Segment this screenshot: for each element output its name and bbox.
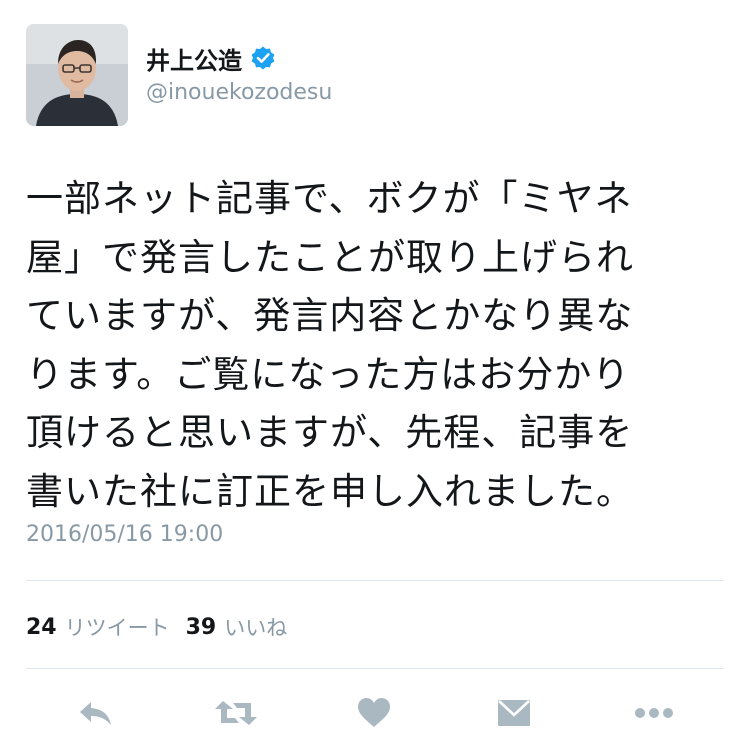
avatar[interactable]: [26, 24, 128, 126]
retweet-count[interactable]: 24: [26, 615, 57, 640]
retweet-button[interactable]: [206, 688, 266, 738]
reply-button[interactable]: [66, 688, 126, 738]
retweet-icon: [215, 701, 257, 725]
like-button[interactable]: [344, 688, 404, 738]
tweet-actions: [0, 688, 750, 738]
divider: [26, 668, 724, 669]
more-button[interactable]: [624, 688, 684, 738]
like-label[interactable]: いいね: [224, 612, 287, 642]
tweet-text: 一部ネット記事で、ボクが「ミヤネ 屋」で発言したことが取り上げられ ていますが、…: [26, 170, 726, 521]
tweet-line: 書いた社に訂正を申し入れました。: [26, 469, 634, 513]
author-handle[interactable]: @inouekozodesu: [146, 80, 332, 105]
tweet-line: 頂けると思いますが、先程、記事を: [26, 411, 634, 454]
person-photo-icon: [26, 24, 128, 126]
tweet-line: 一部ネット記事で、ボクが「ミヤネ: [26, 177, 633, 220]
author-display-name[interactable]: 井上公造: [146, 41, 242, 76]
verified-badge-icon: [250, 45, 276, 71]
tweet-line: 屋」で発言したことが取り上げられ: [26, 235, 634, 279]
direct-message-button[interactable]: [484, 688, 544, 738]
tweet-line: ります。ご覧になった方はお分かり: [26, 352, 631, 396]
tweet-timestamp[interactable]: 2016/05/16 19:00: [26, 522, 223, 547]
author-name-row[interactable]: 井上公造: [146, 40, 276, 76]
heart-icon: [358, 698, 390, 727]
envelope-icon: [498, 700, 530, 726]
divider: [26, 580, 724, 581]
like-count[interactable]: 39: [186, 615, 217, 640]
tweet-line: ていますが、発言内容とかなり異な: [26, 294, 634, 337]
reply-icon: [80, 702, 111, 725]
more-dots-icon: [635, 708, 673, 718]
retweet-label[interactable]: リツイート: [65, 612, 170, 642]
engagement-stats: 24 リツイート 39 いいね: [26, 610, 303, 644]
tweet-header: 井上公造 @inouekozodesu: [26, 24, 726, 128]
